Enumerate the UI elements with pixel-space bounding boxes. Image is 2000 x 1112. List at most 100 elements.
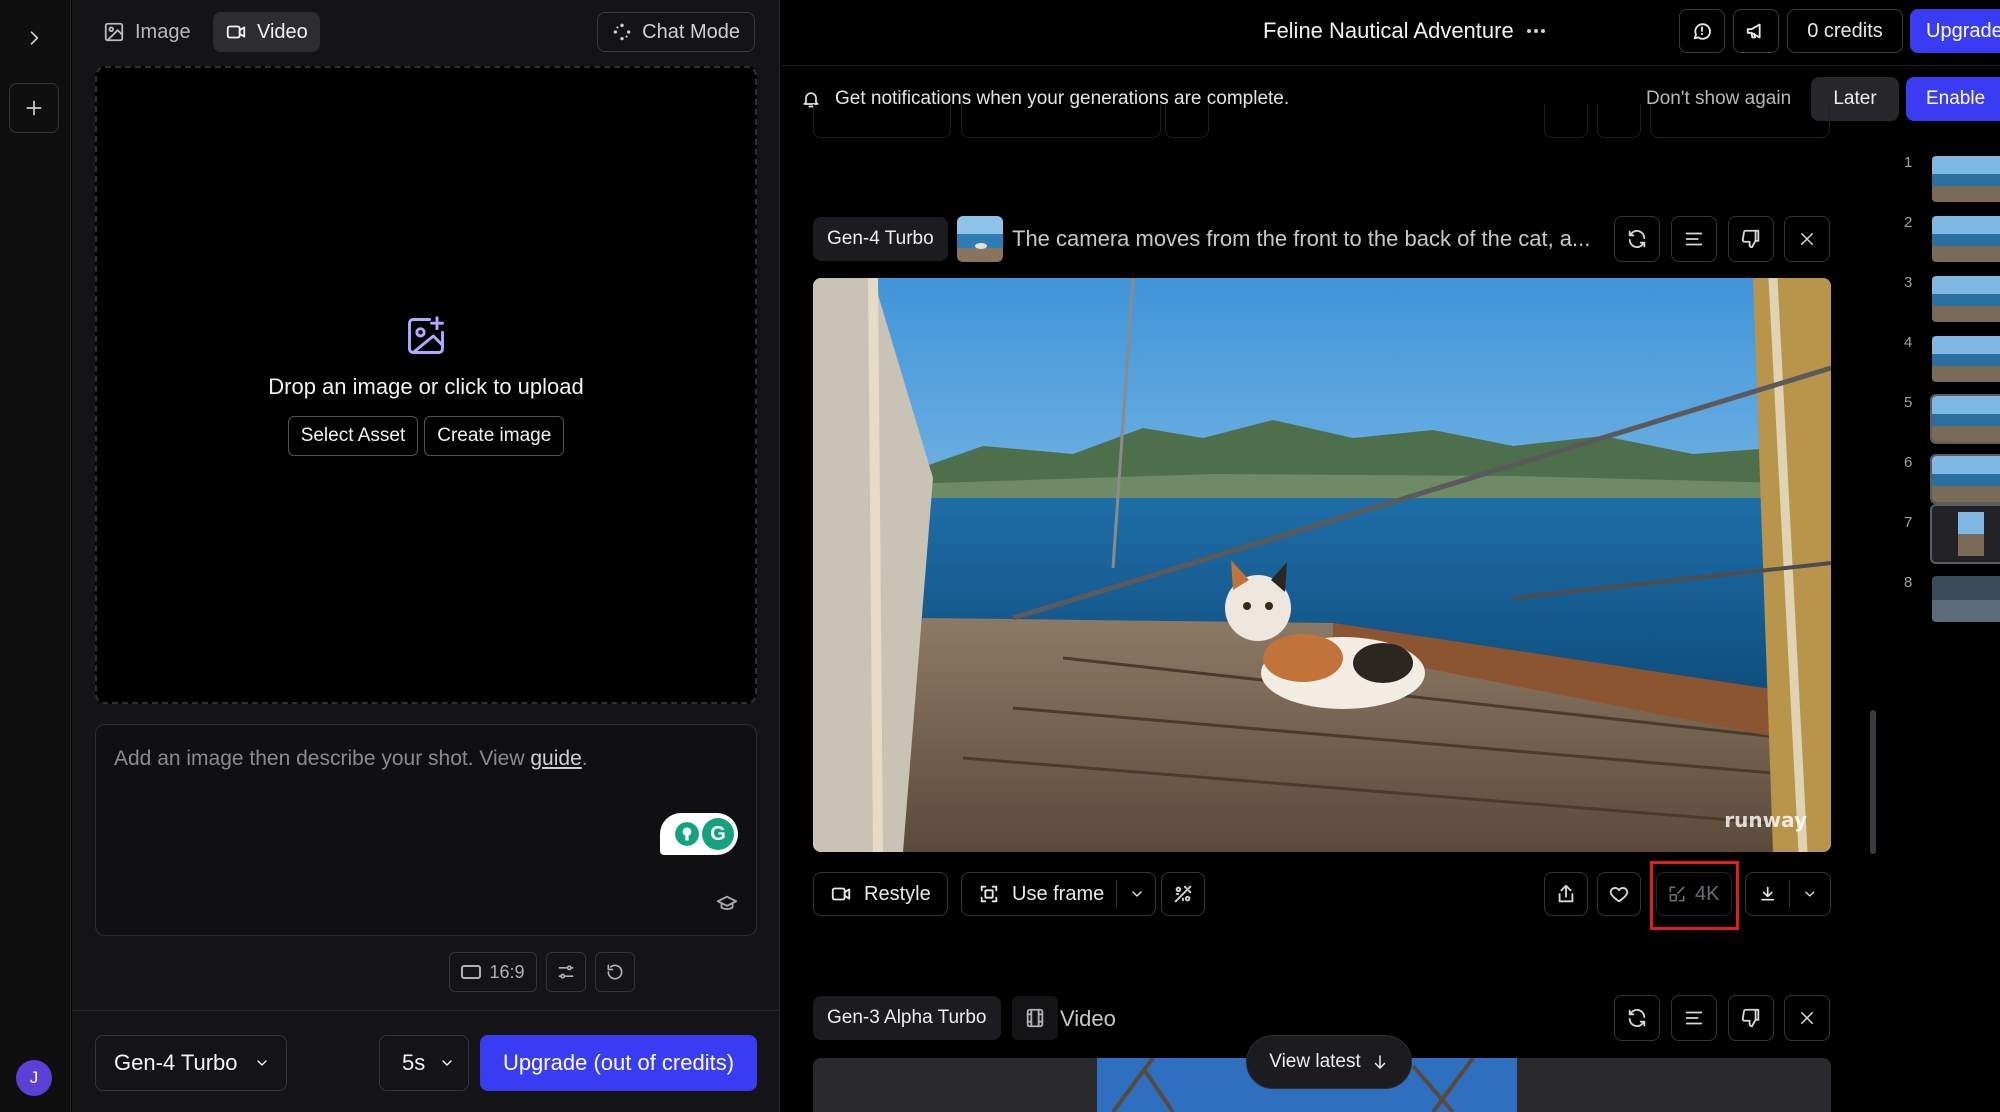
create-image-button[interactable]: Create image [424,416,565,456]
thumbnail-image [1932,396,2000,442]
previous-card-button[interactable] [813,104,951,138]
chevron-down-icon [256,1060,267,1066]
upload-instructions: Drop an image or click to upload [268,374,584,399]
thumbnail-image [1932,216,2000,262]
thumbnail-image [1932,156,2000,202]
image-upload-dropzone[interactable]: Drop an image or click to upload Select … [95,66,757,704]
image-icon [104,22,124,42]
use-frame-button[interactable]: Use frame [961,872,1157,916]
thumbs-down-icon [1741,229,1760,249]
prompt-details-button[interactable] [1671,216,1717,262]
arrow-down-icon [1374,1055,1386,1069]
thumbnail-item[interactable] [1932,336,2000,382]
divider [1789,880,1791,908]
thumbnail-number: 3 [1904,274,1913,291]
favorite-button[interactable] [1597,872,1641,916]
chevron-right-icon [30,31,39,45]
generation-prompt-text[interactable]: The camera moves from the front to the b… [1012,226,1602,252]
highlight-box [1650,861,1739,930]
thumbnail-item[interactable] [1932,156,2000,202]
chevron-down-icon[interactable] [1802,886,1818,902]
header-upgrade-button[interactable]: Upgrade [1910,9,2000,53]
magic-tools-button[interactable] [1161,872,1205,916]
video-camera-icon [226,25,246,39]
download-icon [1761,886,1775,901]
source-image-thumbnail[interactable] [957,216,1003,262]
model-select[interactable]: Gen-4 Turbo [95,1035,287,1091]
aspect-ratio-icon [461,965,482,979]
runway-watermark: runway [1724,808,1807,832]
upgrade-generate-button[interactable]: Upgrade (out of credits) [480,1035,757,1091]
thumbnail-item-selected[interactable] [1930,504,2000,564]
prompt-placeholder-text: Add an image then describe your shot. Vi… [114,747,531,770]
previous-card-button[interactable] [961,104,1161,138]
download-button[interactable] [1745,872,1831,916]
thumbnail-number: 5 [1904,394,1913,411]
model-select-value: Gen-4 Turbo [114,1050,238,1075]
chat-bubble-icon [1693,23,1711,40]
thumbs-down-icon [1741,1008,1760,1028]
feedback-button[interactable] [1679,9,1725,53]
ellipsis-icon[interactable] [1526,28,1546,34]
divider [1116,880,1118,908]
frame-capture-icon [980,885,998,903]
tab-video[interactable]: Video [213,12,320,52]
share-icon [1558,884,1574,903]
chevron-down-icon[interactable] [1129,886,1145,902]
restyle-button[interactable]: Restyle [813,872,948,916]
thumbnail-item[interactable] [1932,576,2000,622]
scrollbar-thumb[interactable] [1870,710,1876,854]
thumbnail-item[interactable] [1932,216,2000,262]
thumbnail-item-selected[interactable] [1930,394,2000,444]
dislike-button[interactable] [1728,216,1774,262]
avatar[interactable]: J [16,1060,52,1096]
regenerate-button[interactable] [1614,216,1660,262]
settings-sliders-button[interactable] [546,952,586,992]
chat-mode-button[interactable]: Chat Mode [597,12,755,52]
source-thumbnail-image [957,216,1003,262]
regenerate-button[interactable] [1614,995,1660,1041]
share-button[interactable] [1544,872,1588,916]
refresh-icon [1628,230,1646,248]
thumbnail-number: 8 [1904,574,1913,591]
graduation-cap-icon[interactable] [716,893,738,915]
guide-link[interactable]: guide [530,747,581,770]
prompt-placeholder-period: . [581,747,588,770]
close-generation-button[interactable] [1784,216,1830,262]
close-icon [1801,1012,1813,1024]
generated-video-frame[interactable]: runway [813,278,1831,852]
previous-card-button[interactable] [1544,104,1588,138]
top-header: Feline Nautical Adventure 0 credits Upgr… [781,0,2000,66]
restyle-label: Restyle [864,882,931,905]
thumbnail-image [1932,336,2000,382]
dislike-button[interactable] [1728,995,1774,1041]
previous-card-button[interactable] [1650,104,1830,138]
heart-icon [1609,887,1629,903]
expand-sidebar-button[interactable] [9,13,59,63]
select-asset-button[interactable]: Select Asset [287,416,419,456]
view-latest-button[interactable]: View latest [1246,1035,1412,1089]
previous-card-button[interactable] [1597,104,1641,138]
duration-select[interactable]: 5s [379,1035,469,1091]
enable-notifications-button[interactable]: Enable [1906,77,2000,121]
close-generation-button[interactable] [1784,995,1830,1041]
aspect-ratio-label: 16:9 [489,961,525,982]
new-session-button[interactable] [9,83,59,133]
prompt-input[interactable]: Add an image then describe your shot. Vi… [95,724,757,936]
generation-model-badge: Gen-4 Turbo [813,217,948,261]
grammarly-widget[interactable]: G [660,813,738,855]
reset-button[interactable] [595,952,635,992]
text-lines-icon [1685,232,1703,246]
thumbnail-item[interactable] [1932,276,2000,322]
generation-type-label: Video [1060,1006,1116,1031]
prompt-details-button[interactable] [1671,995,1717,1041]
announcements-button[interactable] [1733,9,1779,53]
tab-image[interactable]: Image [91,12,203,52]
thumbnail-item-selected[interactable] [1930,454,2000,504]
aspect-ratio-button[interactable]: 16:9 [449,952,537,992]
previous-card-button[interactable] [1165,104,1209,138]
image-plus-icon [408,316,444,354]
project-title[interactable]: Feline Nautical Adventure [1263,18,1546,44]
credits-button[interactable]: 0 credits [1787,9,1903,53]
magic-wand-icon [1174,885,1192,903]
